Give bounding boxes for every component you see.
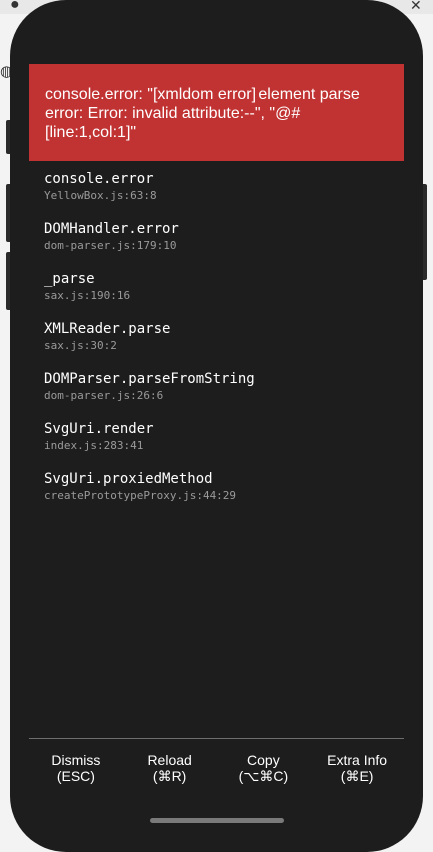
github-icon: ● bbox=[10, 0, 20, 13]
stack-frame-file: YellowBox.js:63:8 bbox=[44, 189, 157, 202]
stack-frame-file: dom-parser.js:179:10 bbox=[44, 239, 177, 252]
copy-shortcut: (⌥⌘C) bbox=[238, 768, 289, 784]
close-icon[interactable]: ✕ bbox=[410, 0, 426, 13]
footer-toolbar: Dismiss (ESC) Reload (⌘R) Copy (⌥⌘C) Ext… bbox=[29, 752, 404, 784]
dismiss-shortcut: (ESC) bbox=[56, 768, 95, 784]
stack-frame-file: index.js:283:41 bbox=[44, 439, 144, 452]
copy-button[interactable]: Copy (⌥⌘C) bbox=[217, 752, 311, 784]
stack-frame[interactable]: XMLReader.parse sax.js:30:2 bbox=[44, 320, 404, 370]
stack-frame[interactable]: _parse sax.js:190:16 bbox=[44, 270, 404, 320]
copy-label: Copy bbox=[247, 752, 280, 768]
reload-label: Reload bbox=[147, 752, 192, 768]
stack-frame-file: sax.js:30:2 bbox=[44, 339, 117, 352]
stack-frame-method: XMLReader.parse bbox=[44, 321, 171, 337]
stack-frame[interactable]: console.error YellowBox.js:63:8 bbox=[44, 170, 404, 220]
phone-simulator: console.error: "[xmldom error] element p… bbox=[10, 0, 423, 852]
stack-frame-method: SvgUri.proxiedMethod bbox=[44, 471, 213, 487]
extra-info-label: Extra Info bbox=[327, 752, 388, 768]
dismiss-label: Dismiss bbox=[51, 752, 101, 768]
reload-button[interactable]: Reload (⌘R) bbox=[123, 752, 217, 784]
footer-divider bbox=[29, 738, 404, 739]
stack-trace: console.error YellowBox.js:63:8 DOMHandl… bbox=[44, 170, 404, 520]
stack-frame-file: sax.js:190:16 bbox=[44, 289, 131, 302]
extra-info-shortcut: (⌘E) bbox=[340, 768, 374, 784]
error-message-banner: console.error: "[xmldom error] element p… bbox=[29, 64, 404, 161]
stack-frame[interactable]: DOMHandler.error dom-parser.js:179:10 bbox=[44, 220, 404, 270]
stack-frame[interactable]: SvgUri.render index.js:283:41 bbox=[44, 420, 404, 470]
stack-frame[interactable]: SvgUri.proxiedMethod createPrototypeProx… bbox=[44, 470, 404, 520]
stack-frame-method: DOMParser.parseFromString bbox=[44, 371, 255, 387]
home-indicator[interactable] bbox=[150, 818, 284, 823]
stack-frame-file: createPrototypeProxy.js:44:29 bbox=[44, 489, 237, 502]
stack-frame-method: DOMHandler.error bbox=[44, 221, 179, 237]
stack-frame[interactable]: DOMParser.parseFromString dom-parser.js:… bbox=[44, 370, 404, 420]
stack-frame-method: _parse bbox=[44, 271, 95, 287]
dismiss-button[interactable]: Dismiss (ESC) bbox=[29, 752, 123, 784]
stack-frame-file: dom-parser.js:26:6 bbox=[44, 389, 164, 402]
stack-frame-method: SvgUri.render bbox=[44, 421, 154, 437]
reload-shortcut: (⌘R) bbox=[152, 768, 187, 784]
extra-info-button[interactable]: Extra Info (⌘E) bbox=[310, 752, 404, 784]
stack-frame-method: console.error bbox=[44, 171, 154, 187]
